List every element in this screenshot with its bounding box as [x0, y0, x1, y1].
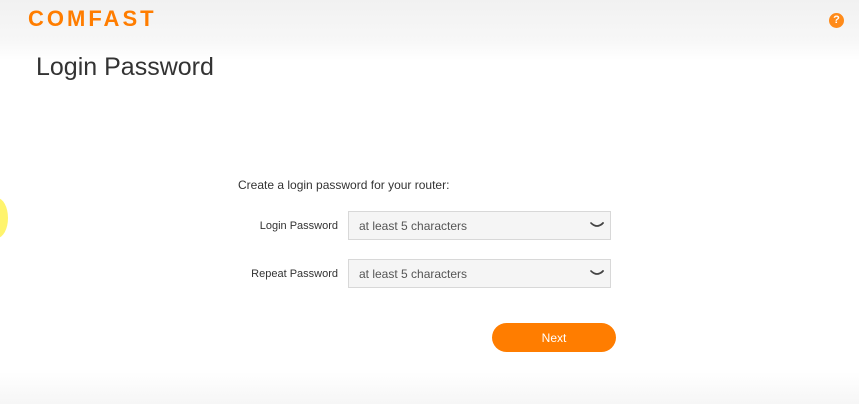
login-password-row: Login Password	[200, 211, 620, 241]
repeat-password-input[interactable]	[349, 260, 589, 287]
router-setup-page: COMFAST ? Login Password Create a login …	[0, 0, 859, 404]
repeat-password-label: Repeat Password	[251, 268, 338, 280]
comfast-logo: COMFAST	[28, 7, 157, 29]
help-icon[interactable]: ?	[829, 13, 844, 28]
cursor-highlight	[0, 198, 8, 238]
logo-text: COMFAST	[28, 7, 157, 29]
login-password-label: Login Password	[259, 220, 338, 232]
top-bar: COMFAST ?	[0, 0, 859, 42]
login-password-input[interactable]	[349, 212, 589, 239]
repeat-password-row: Repeat Password	[200, 259, 620, 289]
page-title: Login Password	[36, 53, 214, 81]
next-button[interactable]: Next	[492, 323, 616, 352]
closed-eye-icon[interactable]	[590, 268, 604, 278]
form-intro-text: Create a login password for your router:	[238, 178, 450, 192]
login-password-box	[348, 211, 611, 240]
bottom-band	[0, 372, 859, 404]
repeat-password-box	[348, 259, 611, 288]
closed-eye-icon[interactable]	[590, 220, 604, 230]
